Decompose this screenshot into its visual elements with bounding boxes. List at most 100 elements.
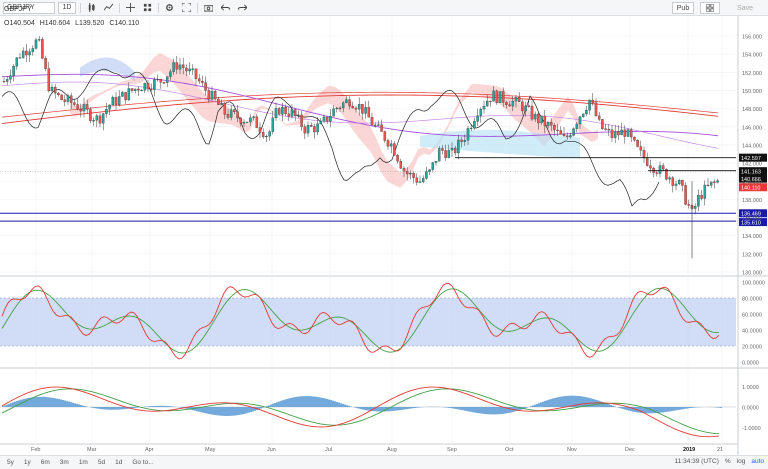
price-tick-label: 134.000: [742, 234, 762, 240]
macd-histogram-bar: [208, 407, 210, 414]
candle-down: [607, 129, 611, 131]
candle-down: [236, 111, 239, 119]
candle-down: [130, 88, 134, 91]
candle-down: [530, 105, 534, 120]
interval-select[interactable]: 1D: [58, 1, 76, 14]
redo-icon[interactable]: [235, 2, 249, 14]
candle-down: [681, 180, 684, 186]
indicators-icon[interactable]: [101, 2, 115, 14]
macd-histogram-bar: [272, 403, 274, 407]
macd-histogram-bar: [526, 407, 528, 408]
candle-up: [677, 180, 681, 185]
range-6m[interactable]: 6m: [38, 459, 53, 466]
macd-histogram-bar: [454, 407, 456, 409]
utc-clock[interactable]: 11:34:39 (UTC): [675, 458, 719, 465]
candle-up: [466, 128, 470, 141]
layout-grid-button[interactable]: [700, 2, 720, 14]
candle-up: [703, 184, 707, 199]
macd-histogram-bar: [38, 396, 40, 407]
undo-icon[interactable]: [218, 2, 232, 14]
macd-histogram-bar: [10, 403, 12, 407]
macd-histogram-bar: [54, 398, 56, 407]
bottom-right-controls: 11:34:39 (UTC) % log auto: [675, 458, 764, 465]
range-5d[interactable]: 5d: [95, 459, 108, 466]
candle-down: [412, 173, 415, 178]
candle-down: [124, 92, 127, 101]
percent-toggle[interactable]: %: [725, 458, 731, 465]
macd-histogram-bar: [210, 407, 212, 415]
macd-histogram-bar: [394, 407, 396, 411]
candle-up: [514, 97, 518, 102]
macd-histogram-bar: [448, 407, 450, 408]
macd-histogram-bar: [284, 399, 286, 407]
macd-histogram-bar: [554, 397, 556, 407]
macd-histogram-bar: [172, 406, 174, 407]
macd-signal-line: [1, 388, 720, 435]
macd-histogram-bar: [580, 396, 582, 407]
auto-scale-toggle[interactable]: auto: [751, 458, 764, 465]
candle-down: [194, 68, 198, 79]
macd-histogram-bar: [478, 407, 480, 414]
goto-date-button[interactable]: Go to...: [129, 459, 156, 466]
candle-down: [604, 128, 607, 130]
macd-histogram-bar: [686, 407, 688, 409]
range-1m[interactable]: 1m: [76, 459, 91, 466]
macd-histogram-bar: [562, 396, 564, 407]
candle-down: [69, 95, 73, 103]
publish-label: Pub: [676, 4, 690, 12]
macd-histogram-bar: [232, 407, 234, 416]
time-tick-label: Feb: [31, 447, 40, 453]
macd-histogram-bar: [450, 407, 452, 409]
candle-style-icon[interactable]: [84, 2, 98, 14]
toolbar-divider: [158, 2, 159, 13]
templates-icon[interactable]: [140, 2, 154, 14]
publish-button[interactable]: Pub: [672, 2, 694, 14]
macd-histogram-bar: [692, 407, 694, 408]
macd-histogram-bar: [340, 403, 342, 407]
candle-down: [354, 107, 358, 110]
macd-histogram-bar: [682, 407, 684, 410]
range-5y[interactable]: 5y: [4, 459, 17, 466]
macd-histogram-bar: [490, 407, 492, 415]
macd-histogram-bar: [76, 403, 78, 407]
candle-down: [287, 113, 291, 117]
macd-histogram-bar: [194, 407, 196, 411]
macd-histogram-bar: [98, 407, 100, 409]
range-1y[interactable]: 1y: [21, 459, 34, 466]
candle-down: [645, 157, 649, 166]
macd-histogram-bar: [414, 407, 416, 409]
candle-up: [140, 90, 143, 92]
macd-histogram-bar: [158, 405, 160, 407]
settings-gear-icon[interactable]: [162, 2, 176, 14]
candle-down: [594, 102, 598, 117]
price-chart-svg[interactable]: 142.597141.163140.666140.110136.469135.6…: [0, 16, 768, 455]
macd-histogram-bar: [356, 407, 358, 409]
candle-up: [153, 79, 156, 90]
candle-down: [255, 116, 259, 128]
macd-histogram-bar: [260, 407, 262, 409]
save-button[interactable]: Save: [728, 2, 762, 14]
log-toggle[interactable]: log: [737, 458, 746, 465]
chart-area[interactable]: 142.597 141.163 140.666 140.110 136.469 135.6…: [0, 16, 768, 455]
candle-up: [117, 96, 121, 105]
macd-histogram-bar: [146, 406, 148, 407]
camera-icon[interactable]: [201, 2, 215, 14]
candle-up: [9, 75, 12, 80]
candle-up: [581, 113, 585, 117]
macd-histogram-bar: [274, 403, 276, 407]
range-1d[interactable]: 1d: [112, 459, 125, 466]
fullscreen-icon[interactable]: [179, 2, 193, 14]
macd-histogram-bar: [122, 407, 124, 410]
range-3m[interactable]: 3m: [57, 459, 72, 466]
candle-down: [348, 99, 351, 107]
compare-icon[interactable]: [123, 2, 137, 14]
macd-histogram-bar: [78, 404, 80, 407]
candle-up: [34, 39, 38, 49]
candle-down: [73, 102, 76, 105]
macd-histogram-bar: [302, 396, 304, 407]
interval-text: 1D: [62, 4, 72, 11]
macd-histogram-bar: [226, 407, 228, 416]
macd-histogram-bar: [118, 407, 120, 410]
macd-histogram-bar: [544, 400, 546, 407]
macd-histogram-bar: [614, 406, 616, 407]
